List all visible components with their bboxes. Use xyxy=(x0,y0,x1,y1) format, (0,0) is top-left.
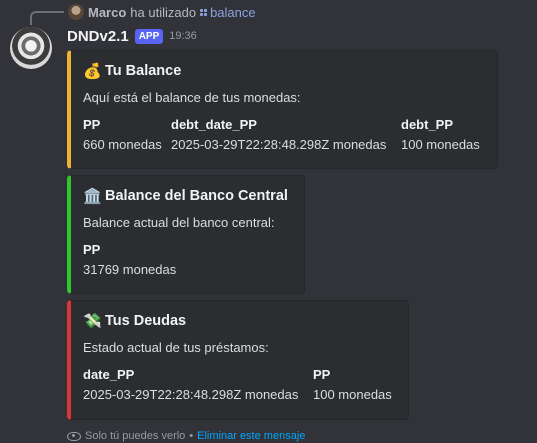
embed-description: Aquí está el balance de tus monedas: xyxy=(83,90,301,105)
embed-field: PP 660 monedas xyxy=(83,115,171,155)
command-icon xyxy=(200,8,208,16)
embed-title-text: Tus Deudas xyxy=(105,313,187,329)
reply-connector-line xyxy=(30,11,64,25)
embed-field: PP 31769 monedas xyxy=(83,240,176,280)
embed-title-text: Tu Balance xyxy=(105,63,182,79)
eye-icon xyxy=(67,431,81,441)
embed-title: 🏛️ Balance del Banco Central xyxy=(83,186,292,206)
field-value: 100 monedas xyxy=(313,387,392,402)
reply-action-text: ha utilizado xyxy=(130,4,197,20)
field-value: 31769 monedas xyxy=(83,262,177,277)
embed-tu-balance: 💰 Tu Balance Aquí está el balance de tus… xyxy=(67,50,498,169)
footer-separator: • xyxy=(189,430,194,442)
embed-field: debt_date_PP 2025-03-29T22:28:48.298Z mo… xyxy=(171,115,401,155)
embed-banco-central: 🏛️ Balance del Banco Central Balance act… xyxy=(67,175,305,294)
embed-fields: PP 660 monedas debt_date_PP 2025-03-29T2… xyxy=(83,115,485,155)
field-name: debt_date_PP xyxy=(171,117,257,132)
embed-tus-deudas: 💸 Tus Deudas Estado actual de tus présta… xyxy=(67,300,409,420)
dismiss-message-link[interactable]: Eliminar este mensaje xyxy=(197,430,305,442)
reply-user-name[interactable]: Marco xyxy=(88,5,126,20)
embed-field: debt_PP 100 monedas xyxy=(401,115,480,155)
bot-avatar[interactable] xyxy=(10,27,52,69)
bot-name[interactable]: DNDv2.1 xyxy=(67,28,129,45)
embed-title: 💰 Tu Balance xyxy=(83,61,485,81)
money-bag-icon: 💰 xyxy=(83,63,102,80)
reply-user-avatar[interactable] xyxy=(68,4,84,20)
field-value: 2025-03-29T22:28:48.298Z monedas xyxy=(171,137,387,152)
field-value: 660 monedas xyxy=(83,137,162,152)
command-reply-header: Marco ha utilizado balance xyxy=(68,3,256,21)
money-with-wings-icon: 💸 xyxy=(83,313,102,330)
embed-field: PP 100 monedas xyxy=(313,365,392,405)
message-timestamp: 19:36 xyxy=(169,30,197,42)
slash-command-name: balance xyxy=(210,4,256,20)
embed-fields: PP 31769 monedas xyxy=(83,240,292,280)
slash-command-link[interactable]: balance xyxy=(200,5,256,20)
field-name: PP xyxy=(83,242,101,257)
embed-fields: date_PP 2025-03-29T22:28:48.298Z monedas… xyxy=(83,365,396,405)
field-name: date_PP xyxy=(83,367,135,382)
field-name: PP xyxy=(313,367,331,382)
embed-description: Balance actual del banco central: xyxy=(83,215,275,230)
app-badge: APP xyxy=(134,28,164,44)
embed-description: Estado actual de tus préstamos: xyxy=(83,340,269,355)
embed-title: 💸 Tus Deudas xyxy=(83,311,396,331)
field-name: PP xyxy=(83,117,101,132)
ephemeral-note: Solo tú puedes verlo xyxy=(85,430,186,442)
ephemeral-footer: Solo tú puedes verlo • Eliminar este men… xyxy=(67,430,305,442)
embed-title-text: Balance del Banco Central xyxy=(105,188,288,204)
bank-icon: 🏛️ xyxy=(83,188,102,205)
field-value: 100 monedas xyxy=(401,137,480,152)
message-header: DNDv2.1 APP 19:36 xyxy=(67,27,197,45)
embed-field: date_PP 2025-03-29T22:28:48.298Z monedas xyxy=(83,365,313,405)
field-value: 2025-03-29T22:28:48.298Z monedas xyxy=(83,387,299,402)
field-name: debt_PP xyxy=(401,117,454,132)
